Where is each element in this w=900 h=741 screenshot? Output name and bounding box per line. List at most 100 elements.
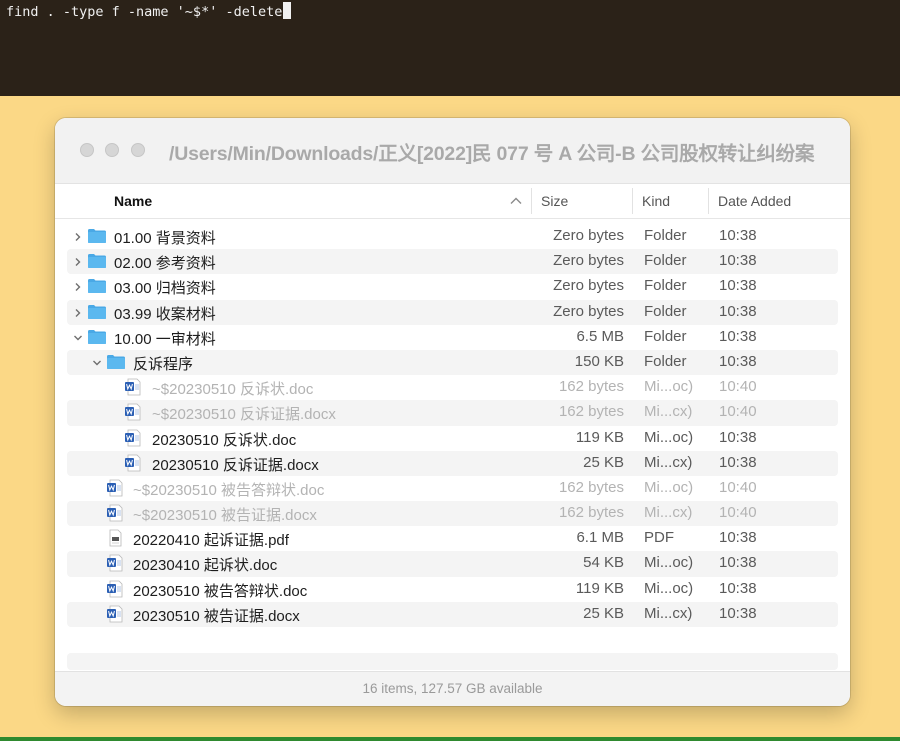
chevron-icon[interactable] — [73, 282, 83, 292]
file-row[interactable]: 20230510 反诉证据.docx 25 KB Mi...cx) 10:38 — [67, 450, 838, 476]
file-row[interactable]: 20230510 被告证据.docx 25 KB Mi...cx) 10:38 — [67, 601, 838, 627]
column-size[interactable]: Size — [541, 193, 568, 209]
file-row[interactable]: 20230510 反诉状.doc 119 KB Mi...oc) 10:38 — [67, 426, 838, 451]
file-date-added: 10:38 — [719, 277, 757, 295]
file-kind: Mi...cx) — [644, 604, 693, 622]
chevron-icon[interactable] — [73, 333, 83, 343]
file-kind: Folder — [644, 302, 687, 320]
file-row[interactable]: 20230510 被告答辩状.doc 119 KB Mi...oc) 10:38 — [67, 577, 838, 602]
folder-icon — [88, 304, 106, 319]
empty-row — [67, 653, 838, 670]
folder-icon — [88, 279, 106, 294]
file-size: 119 KB — [575, 428, 624, 446]
file-date-added: 10:38 — [719, 453, 757, 471]
file-date-added: 10:40 — [719, 403, 757, 421]
folder-row[interactable]: 02.00 参考资料 Zero bytes Folder 10:38 — [67, 249, 838, 275]
file-row[interactable]: ~$20230510 反诉证据.docx 162 bytes Mi...cx) 10:… — [67, 400, 838, 426]
file-name: 20230510 被告证据.docx — [133, 607, 300, 625]
file-size: 6.5 MB — [576, 327, 624, 345]
column-divider[interactable] — [531, 188, 532, 214]
column-date-added[interactable]: Date Added — [718, 193, 791, 209]
file-kind: Folder — [644, 227, 687, 244]
close-button[interactable] — [80, 143, 94, 157]
file-size: Zero bytes — [553, 302, 624, 320]
word-document-icon — [125, 403, 141, 421]
column-header: Name Size Kind Date Added — [55, 183, 850, 219]
file-kind: Folder — [644, 352, 687, 370]
file-date-added: 10:38 — [719, 352, 757, 370]
file-date-added: 10:40 — [719, 378, 757, 396]
column-name[interactable]: Name — [114, 193, 152, 209]
file-row[interactable]: ~$20230510 被告答辩状.doc 162 bytes Mi...oc) 10:… — [67, 476, 838, 501]
file-kind: Mi...oc) — [644, 378, 694, 396]
file-kind: Mi...oc) — [644, 428, 694, 446]
file-date-added: 10:38 — [719, 529, 757, 547]
file-name: 反诉程序 — [133, 355, 194, 373]
word-document-icon — [107, 605, 123, 623]
file-kind: Mi...cx) — [644, 504, 693, 522]
file-row[interactable]: 20230410 起诉状.doc 54 KB Mi...oc) 10:38 — [67, 551, 838, 577]
file-row[interactable]: 20220410 起诉证据.pdf 6.1 MB PDF 10:38 — [67, 526, 838, 551]
word-document-icon — [107, 504, 123, 522]
chevron-icon[interactable] — [73, 257, 83, 267]
word-document-icon — [125, 429, 141, 446]
sort-ascending-icon[interactable] — [510, 196, 522, 206]
file-size: 25 KB — [583, 604, 624, 622]
file-name: 20230510 反诉证据.docx — [152, 456, 319, 474]
file-kind: Mi...oc) — [644, 579, 694, 597]
folder-row[interactable]: 03.99 收案材料 Zero bytes Folder 10:38 — [67, 299, 838, 325]
chevron-icon[interactable] — [73, 308, 83, 318]
file-date-added: 10:38 — [719, 252, 757, 270]
zoom-button[interactable] — [131, 143, 145, 157]
column-divider[interactable] — [708, 188, 709, 214]
file-row[interactable]: ~$20230510 反诉状.doc 162 bytes Mi...oc) 10:40 — [67, 375, 838, 400]
column-kind[interactable]: Kind — [642, 193, 670, 209]
file-name: ~$20230510 反诉状.doc — [152, 381, 314, 399]
file-date-added: 10:38 — [719, 554, 757, 572]
chevron-icon[interactable] — [92, 358, 102, 368]
file-date-added: 10:38 — [719, 227, 757, 244]
file-date-added: 10:38 — [719, 579, 757, 597]
folder-row[interactable]: 反诉程序 150 KB Folder 10:38 — [67, 349, 838, 376]
terminal-command: find . -type f -name '~$*' -delete — [6, 4, 283, 20]
file-size: 150 KB — [574, 352, 624, 370]
file-size: 54 KB — [583, 554, 624, 572]
file-kind: Mi...cx) — [644, 403, 693, 421]
status-bar: 16 items, 127.57 GB available — [55, 671, 850, 706]
file-kind: Folder — [644, 277, 687, 295]
folder-row[interactable]: 01.00 背景资料 Zero bytes Folder 10:38 — [67, 224, 838, 249]
pdf-document-icon — [109, 529, 122, 547]
file-date-added: 10:40 — [719, 504, 757, 522]
file-row[interactable]: ~$20230510 被告证据.docx 162 bytes Mi...cx) 10:… — [67, 501, 838, 527]
minimize-button[interactable] — [105, 143, 119, 157]
column-divider[interactable] — [632, 188, 633, 214]
word-document-icon — [125, 454, 141, 472]
folder-row[interactable]: 10.00 一审材料 6.5 MB Folder 10:38 — [67, 325, 838, 350]
file-name: 02.00 参考资料 — [114, 255, 216, 273]
file-name: 20230510 反诉状.doc — [152, 431, 297, 449]
finder-window: /Users/Min/Downloads/正义[2022]民 077 号 A 公… — [55, 118, 850, 706]
chevron-icon[interactable] — [73, 232, 83, 242]
word-document-icon — [107, 555, 123, 572]
file-name: ~$20230510 被告答辩状.doc — [133, 481, 325, 499]
file-size: 162 bytes — [558, 478, 624, 496]
file-name: 20230510 被告答辩状.doc — [133, 582, 308, 600]
file-size: Zero bytes — [553, 277, 624, 295]
terminal-panel[interactable]: find . -type f -name '~$*' -delete — [0, 0, 900, 96]
file-size: 6.1 MB — [576, 529, 624, 547]
file-kind: Folder — [644, 327, 687, 345]
folder-icon — [88, 329, 106, 344]
file-name: 01.00 背景资料 — [114, 230, 216, 247]
file-name: ~$20230510 反诉证据.docx — [152, 406, 336, 424]
word-document-icon — [125, 378, 141, 396]
file-name: 20230410 起诉状.doc — [133, 557, 278, 575]
file-name: 03.00 归档资料 — [114, 280, 216, 298]
window-titlebar[interactable]: /Users/Min/Downloads/正义[2022]民 077 号 A 公… — [55, 118, 850, 183]
terminal-command-line[interactable]: find . -type f -name '~$*' -delete — [6, 2, 292, 21]
file-name: 03.99 收案材料 — [114, 305, 216, 323]
file-kind: Folder — [644, 252, 687, 270]
file-date-added: 10:38 — [719, 327, 757, 345]
file-date-added: 10:38 — [719, 604, 757, 622]
text-cursor — [283, 2, 292, 19]
folder-row[interactable]: 03.00 归档资料 Zero bytes Folder 10:38 — [67, 274, 838, 299]
